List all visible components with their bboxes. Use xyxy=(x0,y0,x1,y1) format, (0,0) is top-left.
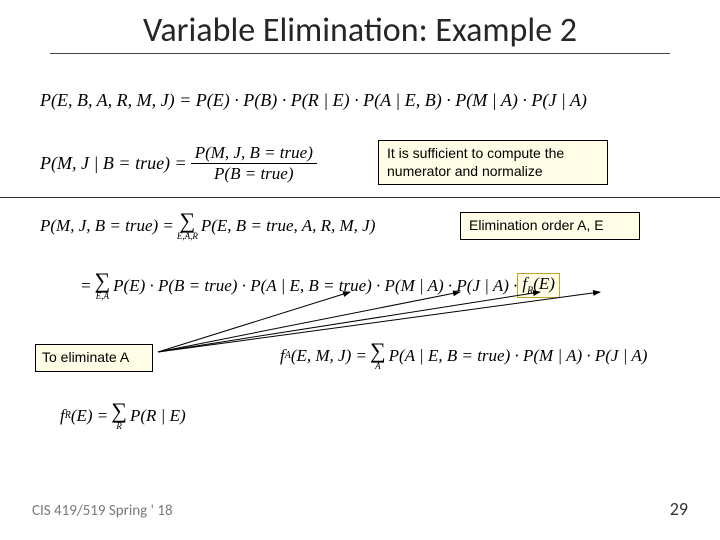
title-underline xyxy=(50,53,670,54)
eq2-fraction: P(M, J, B = true) P(B = true) xyxy=(191,143,317,184)
eq6-rhs: P(R | E) xyxy=(130,406,186,426)
sigma-sub: R xyxy=(116,422,122,431)
equation-expanded: = ∑ E,A P(E) · P(B = true) · P(A | E, B … xyxy=(80,270,560,301)
eq2-lhs: P(M, J | B = true) = xyxy=(40,153,187,174)
eq3-lhs: P(M, J, B = true) = xyxy=(40,216,174,236)
sigma-icon: ∑ R xyxy=(111,400,127,431)
factor-fr-highlight: fR(E) xyxy=(517,273,560,297)
slide-title: Variable Elimination: Example 2 xyxy=(0,0,720,53)
eq2-numerator: P(M, J, B = true) xyxy=(191,143,317,164)
equation-fa: fA(E, M, J) = ∑ A P(A | E, B = true) · P… xyxy=(280,340,647,371)
sigma-symbol: ∑ xyxy=(180,210,196,232)
divider xyxy=(0,197,720,198)
sigma-symbol: ∑ xyxy=(370,340,386,362)
equation-fr: fR(E) = ∑ R P(R | E) xyxy=(60,400,186,431)
equation-joint: P(E, B, A, R, M, J) = P(E) · P(B) · P(R … xyxy=(40,90,587,111)
sigma-symbol: ∑ xyxy=(111,400,127,422)
eq3-rhs: P(E, B = true, A, R, M, J) xyxy=(201,216,376,236)
note-elimination-order: Elimination order A, E xyxy=(460,212,640,240)
sigma-sub: E,A,R xyxy=(177,232,198,241)
sigma-icon: ∑ A xyxy=(370,340,386,371)
note-eliminate-a: To eliminate A xyxy=(35,344,153,372)
fr-arg: (E) xyxy=(533,274,555,293)
sigma-icon: ∑ E,A xyxy=(94,270,110,301)
equation-conditional: P(M, J | B = true) = P(M, J, B = true) P… xyxy=(40,143,321,184)
sigma-sub: A xyxy=(375,362,381,371)
equation-sum-ear: P(M, J, B = true) = ∑ E,A,R P(E, B = tru… xyxy=(40,210,375,241)
eq6-farg: (E) = xyxy=(71,406,108,426)
eq4-eq: = xyxy=(80,276,91,296)
eq5-rhs: P(A | E, B = true) · P(M | A) · P(J | A) xyxy=(389,346,648,366)
sigma-icon: ∑ E,A,R xyxy=(177,210,198,241)
footer-course: CIS 419/519 Spring ' 18 xyxy=(32,502,173,520)
note-sufficient: It is sufficient to compute the numerato… xyxy=(378,140,608,185)
sigma-sub: E,A xyxy=(96,292,109,301)
sigma-symbol: ∑ xyxy=(94,270,110,292)
eq2-denominator: P(B = true) xyxy=(210,164,297,184)
eq4-body: P(E) · P(B = true) · P(A | E, B = true) … xyxy=(113,276,517,296)
eq5-farg: (E, M, J) = xyxy=(291,346,367,366)
slide-number: 29 xyxy=(670,498,688,520)
